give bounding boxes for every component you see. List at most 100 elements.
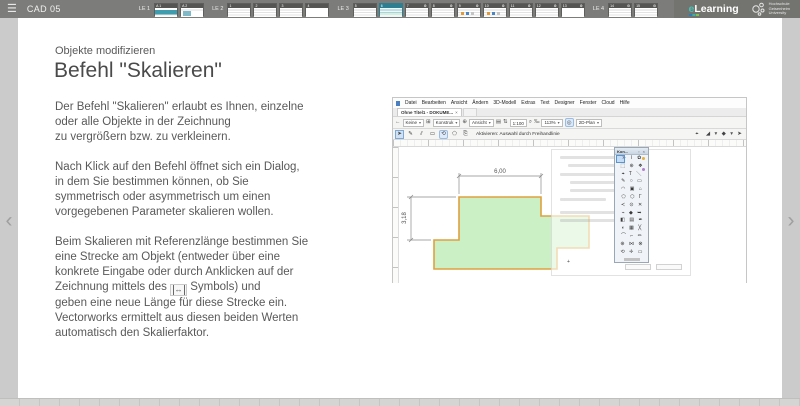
gear-icon: ⚙ bbox=[527, 3, 531, 8]
next-slide-button[interactable]: › bbox=[783, 208, 799, 234]
close-icon[interactable]: × bbox=[643, 149, 646, 154]
menu-extras[interactable]: Extras bbox=[521, 100, 535, 106]
cad-document-tabs: Ohne Titel1 - DOKUME... × bbox=[393, 108, 746, 117]
plus-icon[interactable]: ⊕ bbox=[462, 118, 467, 127]
empty-tab[interactable] bbox=[462, 108, 477, 116]
progress-footer-bar[interactable] bbox=[0, 398, 800, 406]
menu-fenster[interactable]: Fenster bbox=[580, 100, 597, 106]
gear-icon: ⚙ bbox=[626, 3, 631, 8]
snap-point-icon[interactable]: ◆ bbox=[719, 130, 728, 139]
gear-icon: ⚙ bbox=[579, 3, 583, 8]
slide-thumbnail-13[interactable]: 13 ⚙ bbox=[560, 2, 585, 17]
plan-dropdown[interactable]: 2D-Plan ▾ bbox=[575, 118, 602, 127]
scale-field[interactable]: 1:100 bbox=[509, 118, 527, 127]
palette-row[interactable]: ⌖ T ╲ bbox=[615, 171, 648, 179]
slide-thumbnail-5[interactable]: 5⚙ bbox=[352, 2, 377, 17]
swap-icon[interactable]: ⇅ bbox=[503, 118, 508, 127]
previous-slide-button[interactable]: ‹ bbox=[1, 208, 17, 234]
zoom-icon[interactable]: ⌕ bbox=[529, 118, 532, 127]
cad-drawing-canvas[interactable]: 6,00 3,18 + Kon... ▫ × ➤ ⌇ ✿ ⬚ ⊕ ❖ ⌖ T ╲… bbox=[393, 147, 746, 283]
slide-thumbnail-a1[interactable]: A 1⚙ bbox=[154, 2, 179, 17]
selection-tool-icon[interactable]: ➤ bbox=[395, 129, 404, 139]
slide-thumbnail-4[interactable]: 4⚙ bbox=[305, 2, 330, 17]
close-tab-icon[interactable]: × bbox=[455, 109, 458, 116]
chevron-down-icon[interactable]: ▾ bbox=[714, 130, 717, 139]
menu-text[interactable]: Text bbox=[540, 100, 549, 106]
document-tab[interactable]: Ohne Titel1 - DOKUME... × bbox=[397, 108, 462, 116]
polygon-mode-icon[interactable]: ⬠ bbox=[450, 130, 459, 139]
chevron-down-icon[interactable]: ▾ bbox=[730, 130, 733, 139]
gear-icon: ⚙ bbox=[553, 3, 557, 8]
slide-thumbnail-3[interactable]: 3⚙ bbox=[279, 2, 304, 17]
copy-mode-icon[interactable]: ⎘ bbox=[461, 130, 470, 139]
page-title: Befehl "Skalieren" bbox=[54, 59, 222, 82]
class-dropdown[interactable]: Keine ▾ bbox=[402, 118, 425, 127]
palette-row[interactable]: ✎ ○ ▭ bbox=[615, 178, 648, 186]
slide-thumbnail-1[interactable]: 1⚙ bbox=[227, 2, 252, 17]
double-line-tool-icon[interactable]: ⫽ bbox=[417, 130, 426, 139]
cad-view-toolbar: ← Keine ▾ ⊞ Konstruk ▾ ⊕ Ansicht ▾ ▤ ⇅ 1:10… bbox=[393, 117, 746, 129]
menu-3d-modell[interactable]: 3D-Modell bbox=[493, 100, 516, 106]
palette-row[interactable]: ⬠ ⬡ Γ bbox=[615, 194, 648, 202]
chevron-down-icon: ▾ bbox=[488, 120, 491, 125]
palette-row[interactable]: ⊕ ⋈ ⊗ bbox=[615, 241, 648, 249]
university-logo: Hochschule Geisenheim University bbox=[751, 1, 790, 16]
menu-bearbeiten[interactable]: Bearbeiten bbox=[422, 100, 446, 106]
menu-datei[interactable]: Datei bbox=[405, 100, 417, 106]
slide-thumbnail-8[interactable]: 8 ⚙ bbox=[430, 2, 455, 17]
palette-row[interactable]: ⟲ ✛ ▭ bbox=[615, 249, 648, 257]
pin-icon[interactable]: ▫ bbox=[638, 149, 640, 154]
palette-accent-purple bbox=[642, 168, 645, 171]
palette-row[interactable]: ⌒ ⌐ ✏ bbox=[615, 233, 648, 241]
gear-icon: ⚙ bbox=[449, 3, 453, 8]
slide-thumbnail-10[interactable]: 10 ⚙ bbox=[482, 2, 507, 17]
cursor-button-icon[interactable]: ➤ bbox=[735, 130, 744, 139]
view-dropdown[interactable]: Ansicht ▾ bbox=[469, 118, 494, 127]
menu-hilfe[interactable]: Hilfe bbox=[620, 100, 630, 106]
percent-icon[interactable]: ‰ bbox=[534, 118, 540, 127]
slide-thumbnail-7[interactable]: 7 ⚙ bbox=[404, 2, 429, 17]
vectorworks-screenshot: Datei Bearbeiten Ansicht Ändern 3D-Model… bbox=[392, 97, 747, 283]
group-label-le1: LE 1 bbox=[138, 6, 151, 12]
slide-thumbnail-15[interactable]: 15 ⚙ bbox=[634, 2, 659, 17]
menu-ansicht[interactable]: Ansicht bbox=[451, 100, 467, 106]
dialog-cancel-button[interactable] bbox=[656, 264, 682, 270]
palette-row[interactable]: ◧ ▤ ✒ bbox=[615, 217, 648, 225]
dialog-ok-button[interactable] bbox=[625, 264, 651, 270]
snap-target-icon[interactable]: ⌖ bbox=[692, 130, 701, 139]
menu-icon[interactable]: ☰ bbox=[7, 0, 17, 18]
slide-thumbnail-6-current[interactable]: 6⚙ bbox=[378, 2, 403, 17]
selected-tool-highlight bbox=[616, 155, 625, 163]
rectangle-tool-icon[interactable]: ▭ bbox=[428, 130, 437, 139]
top-navigation-bar: ☰ CAD 05 LE 1 A 1⚙ A 2⚙ LE 2 1⚙ 2⚙ 3⚙ 4⚙ bbox=[0, 0, 800, 18]
slide-thumbnail-14[interactable]: 14 ⚙ bbox=[608, 2, 633, 17]
grid-icon[interactable]: ⊞ bbox=[426, 118, 431, 127]
palette-row[interactable]: ◐ ▦ ╳ bbox=[615, 225, 648, 233]
slide-thumbnail-a2[interactable]: A 2⚙ bbox=[180, 2, 205, 17]
palette-row[interactable]: ≺ ⊙ ✕ bbox=[615, 202, 648, 210]
horizontal-ruler bbox=[393, 140, 746, 147]
elearning-logo: eLearning bbox=[688, 3, 739, 16]
render-mode-icon[interactable]: ◎ bbox=[564, 118, 574, 127]
palette-row[interactable]: ◠ ▣ ⌂ bbox=[615, 186, 648, 194]
chevron-down-icon: ▾ bbox=[419, 120, 422, 125]
back-icon[interactable]: ← bbox=[395, 118, 401, 127]
document-icon[interactable]: ▤ bbox=[496, 118, 501, 127]
menu-cloud[interactable]: Cloud bbox=[602, 100, 615, 106]
palette-tool-grid: ➤ ⌇ ✿ ⬚ ⊕ ❖ ⌖ T ╲ ✎ ○ ▭ ◠ ▣ ⌂ ⬠ ⬡ Γ ≺ ⊙ … bbox=[615, 155, 648, 256]
slide-thumbnail-2[interactable]: 2⚙ bbox=[253, 2, 278, 17]
pen-tool-icon[interactable]: ✎ bbox=[406, 130, 415, 139]
snap-angle-icon[interactable]: ◢ bbox=[703, 130, 712, 139]
slide-thumbnail-11[interactable]: 11 ⚙ bbox=[508, 2, 533, 17]
zoom-dropdown[interactable]: 113% ▾ bbox=[541, 118, 563, 127]
lasso-mode-icon[interactable]: ⟲ bbox=[439, 129, 448, 139]
palette-title: Kon... bbox=[617, 148, 629, 154]
group-label-le2: LE 2 bbox=[212, 6, 224, 12]
menu-aendern[interactable]: Ändern bbox=[472, 100, 488, 106]
slide-thumbnail-12[interactable]: 12 ⚙ bbox=[534, 2, 559, 17]
palette-resize-handle[interactable] bbox=[623, 258, 640, 261]
layer-dropdown[interactable]: Konstruk ▾ bbox=[432, 118, 461, 127]
palette-row[interactable]: ⌁ ◆ ➥ bbox=[615, 210, 648, 218]
slide-thumbnail-9[interactable]: 9 ⚙ bbox=[456, 2, 481, 17]
menu-designer[interactable]: Designer bbox=[555, 100, 575, 106]
